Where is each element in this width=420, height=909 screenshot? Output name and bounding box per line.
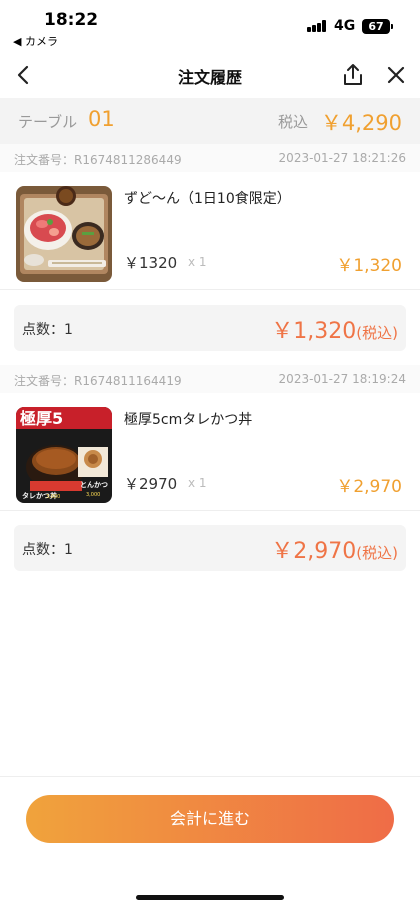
item-quantity: x 1 xyxy=(188,255,207,269)
table-label: テーブル xyxy=(18,113,78,131)
signal-strength-icon xyxy=(307,20,327,32)
checkout-button[interactable]: 会計に進む xyxy=(26,795,394,843)
home-indicator[interactable] xyxy=(136,895,284,900)
table-number: 01 xyxy=(88,107,115,131)
order-timestamp: 2023-01-27 18:21:26 xyxy=(278,151,406,165)
item-unit-price: ￥1320 xyxy=(124,254,178,272)
battery-tip xyxy=(391,24,393,29)
order-header: 注文番号：R1674811286449 2023-01-27 18:21:26 xyxy=(0,144,420,172)
order-total-amount: ￥1,320 xyxy=(271,319,357,344)
order-total-tax-note: (税込) xyxy=(356,324,398,342)
item-name: 極厚5cmタレかつ丼 xyxy=(124,412,253,428)
order-timestamp: 2023-01-27 18:19:24 xyxy=(278,372,406,386)
order-total-tax-note: (税込) xyxy=(356,544,398,562)
poster-headline: 極厚5 xyxy=(19,409,63,428)
back-to-app-link[interactable]: ◀ カメラ xyxy=(13,33,58,49)
item-name: ずど〜ん（1日10食限定） xyxy=(124,191,291,207)
item-count: 点数：1 xyxy=(22,322,73,338)
order-number: 注文番号：R1674811164419 xyxy=(14,374,182,388)
nav-bar: 注文履歴 xyxy=(0,52,420,98)
poster-right-price: 3,000 xyxy=(86,492,100,498)
order-number: 注文番号：R1674811286449 xyxy=(14,153,182,167)
order-summary-bar: テーブル 01 税込 ￥4,290 xyxy=(0,98,420,144)
item-quantity: x 1 xyxy=(188,476,207,490)
order-total-amount: ￥2,970 xyxy=(271,539,357,564)
item-subtotal: ￥2,970 xyxy=(336,477,402,497)
close-icon[interactable] xyxy=(382,61,410,89)
battery-level: 67 xyxy=(368,20,384,33)
katsudon-poster-image: 極厚5 タレかつ丼 とんかつ 3,000 3,000 xyxy=(16,407,112,503)
share-icon[interactable] xyxy=(339,61,367,89)
order-count-box: 点数：1 ￥1,320(税込) xyxy=(14,305,406,351)
sashimi-bowl-set-image xyxy=(16,186,112,282)
tax-included-label: 税込 xyxy=(278,113,309,131)
item-unit-price: ￥2970 xyxy=(124,475,178,493)
order-total: ￥2,970(税込) xyxy=(271,533,398,565)
order-item[interactable]: ずど〜ん（1日10食限定） ￥1320 x 1 ￥1,320 xyxy=(0,172,420,290)
status-bar: 18:22 ◀ カメラ 4G 67 xyxy=(0,0,420,52)
poster-right-caption: とんかつ xyxy=(80,481,108,489)
grand-total: ￥4,290 xyxy=(320,111,402,135)
network-type: 4G xyxy=(334,18,356,34)
order-total: ￥1,320(税込) xyxy=(271,313,398,345)
status-time: 18:22 xyxy=(44,10,99,30)
order-count-box: 点数：1 ￥2,970(税込) xyxy=(14,525,406,571)
order-header: 注文番号：R1674811164419 2023-01-27 18:19:24 xyxy=(0,365,420,393)
item-subtotal: ￥1,320 xyxy=(336,256,402,276)
poster-left-price: 3,000 xyxy=(46,494,60,500)
order-item[interactable]: 極厚5 タレかつ丼 とんかつ 3,000 3,000 極厚5cmタレかつ丼 ￥2… xyxy=(0,393,420,511)
item-count: 点数：1 xyxy=(22,542,73,558)
battery-icon: 67 xyxy=(362,19,390,34)
footer-divider xyxy=(0,776,420,777)
